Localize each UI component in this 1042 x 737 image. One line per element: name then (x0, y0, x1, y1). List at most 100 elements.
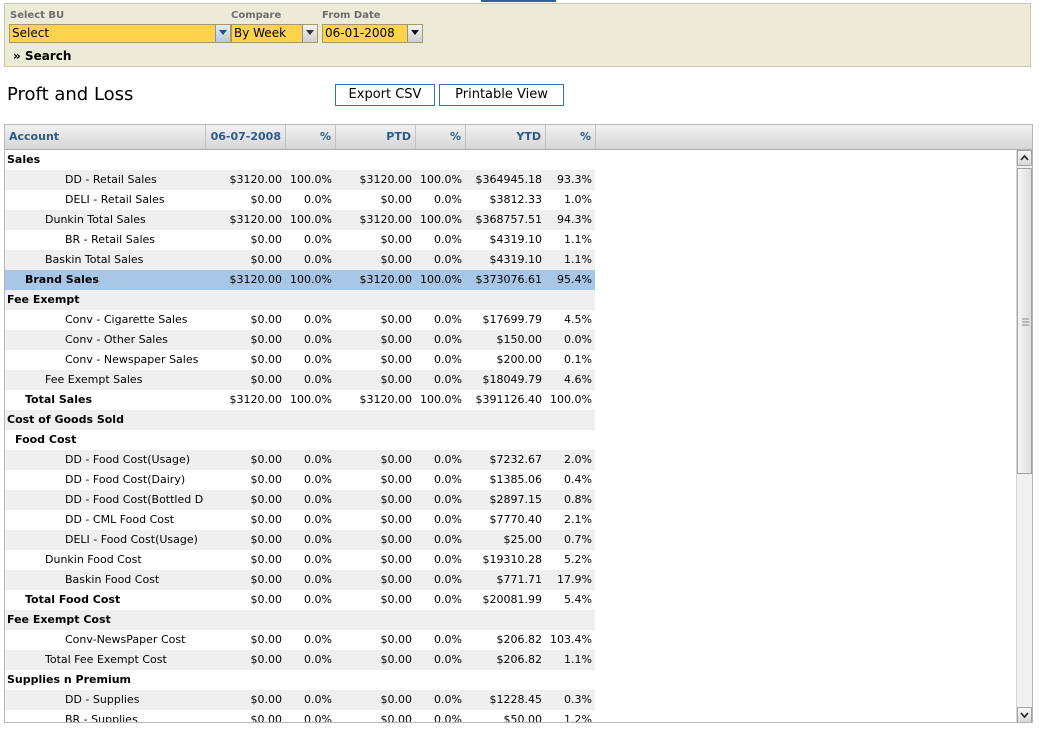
table-cell: 0.0% (304, 453, 332, 466)
table-row[interactable]: Baskin Food Cost $0.00 0.0% $0.00 0.0% $771.7… (5, 570, 595, 590)
table-cell: 100.0% (420, 393, 462, 406)
table-row[interactable]: DD - Retail Sales $3120.00 100.0% $3120.00 1… (5, 170, 595, 190)
col-header-ytd-pct[interactable]: % (546, 125, 596, 149)
from-date-dropdown[interactable]: 06-01-2008 (322, 24, 423, 43)
col-header-week-pct[interactable]: % (286, 125, 336, 149)
table-row[interactable]: Conv-NewsPaper Cost $0.00 0.0% $0.00 0.0% $20… (5, 630, 595, 650)
table-cell: 0.0% (434, 513, 462, 526)
col-header-ytd[interactable]: YTD (466, 125, 546, 149)
table-row[interactable]: Fee Exempt Cost (5, 610, 595, 630)
account-name: DD - Supplies (65, 693, 140, 706)
table-row[interactable]: Sales (5, 150, 595, 170)
table-cell: $0.00 (250, 473, 283, 486)
table-cell: 93.3% (557, 173, 592, 186)
table-row[interactable]: Conv - Other Sales $0.00 0.0% $0.00 0.0% $150… (5, 330, 595, 350)
table-row[interactable]: DD - Supplies $0.00 0.0% $0.00 0.0% $1228.45 0… (5, 690, 595, 710)
table-row[interactable]: DD - CML Food Cost $0.00 0.0% $0.00 0.0% $777… (5, 510, 595, 530)
table-row[interactable]: Dunkin Total Sales $3120.00 100.0% $3120.00… (5, 210, 595, 230)
table-cell: 2.1% (564, 513, 592, 526)
table-cell: 95.4% (557, 273, 592, 286)
table-row[interactable]: BR - Supplies $0.00 0.0% $0.00 0.0% $50.00 1.2… (5, 710, 595, 723)
account-name: DD - Food Cost(Bottled Drinks (65, 493, 204, 506)
table-cell: 1.1% (564, 233, 592, 246)
table-row[interactable]: DELI - Food Cost(Usage) $0.00 0.0% $0.00 0.0… (5, 530, 595, 550)
arrow-down-icon[interactable] (1017, 707, 1032, 722)
compare-dropdown[interactable]: By Week (231, 24, 318, 43)
table-cell: 0.1% (564, 353, 592, 366)
table-cell: $0.00 (380, 653, 413, 666)
table-cell: $20081.99 (482, 593, 543, 606)
col-header-account[interactable]: Account (5, 125, 206, 149)
table-cell: $0.00 (380, 473, 413, 486)
table-row[interactable]: Baskin Total Sales $0.00 0.0% $0.00 0.0% $431… (5, 250, 595, 270)
table-cell: 4.5% (564, 313, 592, 326)
table-cell: $0.00 (380, 573, 413, 586)
printable-view-button[interactable]: Printable View (439, 84, 564, 106)
table-cell: 0.0% (434, 633, 462, 646)
table-row[interactable]: Total Food Cost $0.00 0.0% $0.00 0.0% $20081.… (5, 590, 595, 610)
pnl-grid: Account 06-07-2008 % PTD % YTD % Sales DD… (4, 124, 1033, 723)
table-row[interactable]: Fee Exempt Sales $0.00 0.0% $0.00 0.0% $18049… (5, 370, 595, 390)
col-header-week[interactable]: 06-07-2008 (206, 125, 286, 149)
chevron-down-icon[interactable] (407, 25, 422, 42)
account-name: Sales (7, 153, 41, 166)
search-link[interactable]: » Search (13, 49, 71, 63)
from-date-label: From Date (322, 10, 381, 21)
table-cell: $0.00 (250, 533, 283, 546)
table-cell: $200.00 (496, 353, 543, 366)
table-cell: $368757.51 (475, 213, 542, 226)
scrollbar-thumb[interactable] (1017, 168, 1032, 474)
vertical-scrollbar[interactable] (1016, 150, 1032, 722)
table-row[interactable]: DD - Food Cost(Dairy) $0.00 0.0% $0.00 0.0% $… (5, 470, 595, 490)
table-cell: 0.3% (564, 693, 592, 706)
table-row[interactable]: Brand Sales $3120.00 100.0% $3120.00 100.0% $… (5, 270, 595, 290)
table-row[interactable]: DELI - Retail Sales $0.00 0.0% $0.00 0.0% $38… (5, 190, 595, 210)
table-cell: 0.0% (304, 313, 332, 326)
compare-value: By Week (234, 26, 287, 40)
table-row[interactable]: BR - Retail Sales $0.00 0.0% $0.00 0.0% $4319… (5, 230, 595, 250)
table-cell: 0.0% (304, 693, 332, 706)
table-row[interactable]: Total Fee Exempt Cost $0.00 0.0% $0.00 0.0% $… (5, 650, 595, 670)
chevron-down-icon[interactable] (302, 25, 317, 42)
table-cell: 0.4% (564, 473, 592, 486)
account-name: BR - Supplies (65, 713, 138, 723)
table-cell: 0.0% (434, 233, 462, 246)
chevron-down-icon[interactable] (215, 25, 230, 42)
table-row[interactable]: DD - Food Cost(Bottled Drinks $0.00 0.0% $0… (5, 490, 595, 510)
table-cell: $50.00 (503, 713, 543, 723)
export-csv-button[interactable]: Export CSV (335, 84, 435, 106)
table-cell: $0.00 (250, 333, 283, 346)
table-row[interactable]: Conv - Newspaper Sales $0.00 0.0% $0.00 0.0%… (5, 350, 595, 370)
table-cell: 0.7% (564, 533, 592, 546)
table-cell: 94.3% (557, 213, 592, 226)
account-name: DD - CML Food Cost (65, 513, 175, 526)
table-row[interactable]: Supplies n Premium (5, 670, 595, 690)
table-cell: $0.00 (250, 633, 283, 646)
select-bu-dropdown[interactable]: Select (9, 24, 231, 43)
select-bu-label: Select BU (10, 10, 65, 21)
table-cell: $3120.00 (359, 273, 413, 286)
account-name: Dunkin Total Sales (45, 213, 146, 226)
table-row[interactable]: DD - Food Cost(Usage) $0.00 0.0% $0.00 0.0% $… (5, 450, 595, 470)
table-row[interactable]: Dunkin Food Cost $0.00 0.0% $0.00 0.0% $19310… (5, 550, 595, 570)
arrow-up-icon[interactable] (1017, 150, 1032, 166)
account-name: Baskin Food Cost (65, 573, 160, 586)
table-cell: 0.0% (434, 253, 462, 266)
table-cell: $3120.00 (359, 213, 413, 226)
table-cell: 17.9% (557, 573, 592, 586)
table-row[interactable]: Conv - Cigarette Sales $0.00 0.0% $0.00 0.0%… (5, 310, 595, 330)
table-row[interactable]: Total Sales $3120.00 100.0% $3120.00 100.0% $… (5, 390, 595, 410)
table-cell: 2.0% (564, 453, 592, 466)
account-name: Fee Exempt (7, 293, 80, 306)
table-cell: 100.0% (550, 393, 592, 406)
table-row[interactable]: Cost of Goods Sold (5, 410, 595, 430)
table-row[interactable]: Food Cost (5, 430, 595, 450)
table-cell: $391126.40 (475, 393, 542, 406)
col-header-ptd[interactable]: PTD (336, 125, 416, 149)
table-cell: 1.0% (564, 193, 592, 206)
table-row[interactable]: Fee Exempt (5, 290, 595, 310)
table-cell: 0.0% (304, 553, 332, 566)
table-cell: 0.0% (304, 633, 332, 646)
col-header-ptd-pct[interactable]: % (416, 125, 466, 149)
page-title: Proft and Loss (7, 84, 134, 105)
